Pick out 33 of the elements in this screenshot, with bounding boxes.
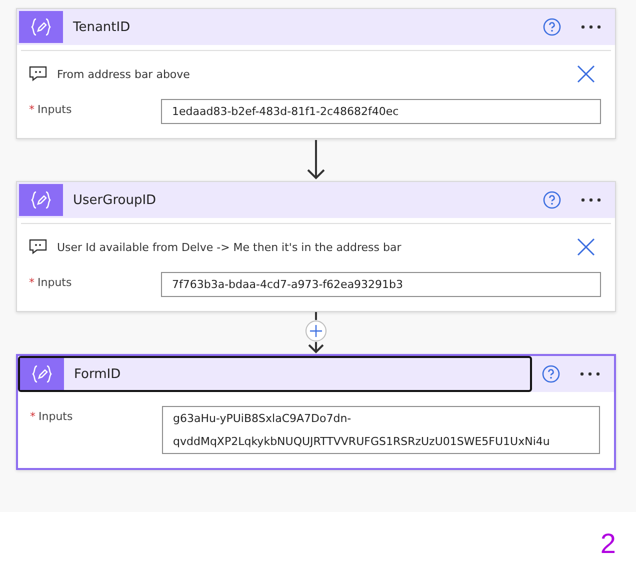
field-label: Inputs [38,103,72,116]
input-field[interactable]: 1edaad83-b2ef-483d-81f1-2c48682f40ec [161,99,601,124]
help-button[interactable] [542,365,560,383]
comment-icon [29,66,47,82]
variable-icon [30,190,52,210]
input-field[interactable]: 7f763b3a-bdaa-4cd7-a973-f62ea93291b3 [161,272,601,297]
more-button[interactable] [581,25,601,29]
required-mark: * [29,103,34,116]
required-mark: * [30,410,36,423]
action-card[interactable]: FormID * Inputs g63aHu-yPUiB8SxlaC9A7Do7dn-qvddMqXP2LqkykbNUQUJRTTVVRUFGS1RSRzUzU01SWE5FU1UxNi4u [16,354,616,470]
field-label: Inputs [38,410,73,423]
required-mark: * [29,276,34,289]
card-title[interactable]: FormID [74,366,121,382]
add-step-connector-icon[interactable] [303,312,329,354]
action-card[interactable]: UserGroupID User Id available from Delve -> Me then it's in the address bar * Inputs 7f763b3a-bdaa-4cd7-a973-f62ea93291b3 [16,181,616,312]
comment-icon [29,239,47,255]
more-button[interactable] [581,198,601,202]
arrow-icon [306,140,326,180]
more-button[interactable] [580,372,600,376]
page-number: 2 [600,528,616,560]
help-button[interactable] [543,18,561,36]
close-button[interactable] [577,65,595,83]
comment-text: From address bar above [57,68,191,80]
field-label: Inputs [38,276,72,289]
help-button[interactable] [543,191,561,209]
card-title[interactable]: UserGroupID [73,192,156,208]
comment-text: User Id available from Delve -> Me then it's in the address bar [57,240,402,254]
variable-icon [30,17,52,37]
close-button[interactable] [577,238,595,256]
action-card[interactable]: TenantID From address bar above * Inputs 1edaad83-b2ef-483d-81f1-2c48682f40ec [16,8,616,139]
input-field[interactable]: g63aHu-yPUiB8SxlaC9A7Do7dn-qvddMqXP2LqkykbNUQUJRTTVVRUFGS1RSRzUzU01SWE5FU1UxNi4u [162,406,600,454]
variable-icon [31,364,53,384]
card-title[interactable]: TenantID [73,20,130,34]
